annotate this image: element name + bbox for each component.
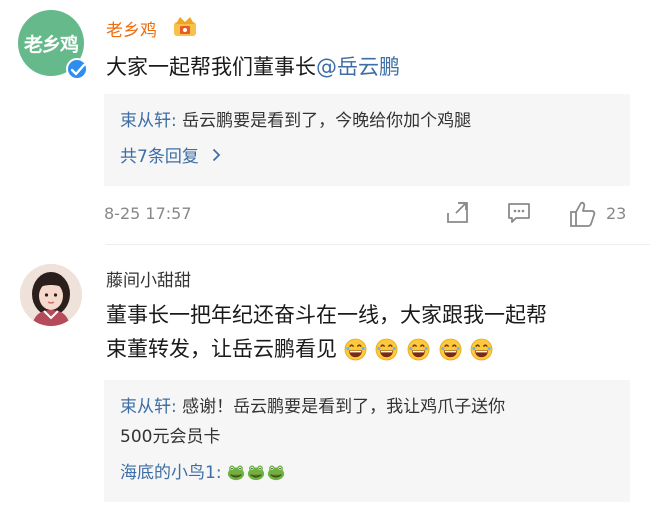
comment-text-line-2: 束董转发，让岳云鹏看见 [106, 337, 337, 361]
verified-icon [66, 58, 88, 80]
frog-emoji-icon [227, 465, 245, 481]
reply-author-link[interactable]: 海底的小鸟1: [120, 463, 222, 483]
laugh-emoji-icon [375, 338, 398, 361]
crown-badge-icon [174, 17, 196, 36]
comment-content: 大家一起帮我们董事长@岳云鹏 [106, 50, 626, 84]
avatar[interactable] [20, 264, 82, 326]
reply-item: 束从轩: 感谢！岳云鹏要是看到了，我让鸡爪子送你 [120, 392, 620, 422]
avatar-photo [20, 264, 82, 326]
reply-box: 束从轩: 感谢！岳云鹏要是看到了，我让鸡爪子送你 500元会员卡 海底的小鸟1: [104, 380, 630, 502]
frog-emoji-icon [267, 465, 285, 481]
reply-text-line-1: 感谢！岳云鹏要是看到了，我让鸡爪子送你 [176, 397, 506, 417]
comment-item-2: 藤间小甜甜 董事长一把年纪还奋斗在一线，大家跟我一起帮 束董转发，让岳云鹏看见 … [0, 252, 650, 515]
comment-item-1: 老乡鸡 老乡鸡 大家一起帮我们董事长@岳云鹏 束从轩: 岳云鹏要是看到了，今晚给… [0, 0, 650, 252]
more-replies-link[interactable]: 共7条回复 [120, 142, 620, 172]
share-icon[interactable] [444, 200, 470, 226]
mention-link[interactable]: @岳云鹏 [316, 55, 400, 79]
reply-text-line-2: 500元会员卡 [120, 427, 221, 447]
more-replies-label: 共7条回复 [120, 147, 199, 167]
avatar[interactable]: 老乡鸡 [18, 10, 88, 80]
comment-text-line-2-row: 束董转发，让岳云鹏看见 [106, 332, 626, 367]
username[interactable]: 老乡鸡 [106, 16, 157, 41]
timestamp: 8-25 17:57 [104, 204, 192, 223]
reply-item: 束从轩: 岳云鹏要是看到了，今晚给你加个鸡腿 [120, 106, 620, 136]
like-count: 23 [606, 204, 627, 223]
like-icon[interactable] [568, 200, 598, 228]
comment-icon[interactable] [506, 200, 532, 226]
username[interactable]: 藤间小甜甜 [106, 266, 191, 291]
reply-item: 海底的小鸟1: [120, 458, 620, 488]
laugh-emoji-icon [407, 338, 430, 361]
laugh-emoji-icon [439, 338, 462, 361]
divider [106, 244, 650, 245]
emoji-row [344, 333, 496, 367]
reply-text: 岳云鹏要是看到了，今晚给你加个鸡腿 [176, 111, 472, 131]
frog-emoji-icon [247, 465, 265, 481]
comment-text-line-1: 董事长一把年纪还奋斗在一线，大家跟我一起帮 [106, 303, 547, 327]
comment-text: 大家一起帮我们董事长 [106, 55, 316, 79]
laugh-emoji-icon [344, 338, 367, 361]
avatar-logo-text: 老乡鸡 [23, 34, 79, 56]
chevron-right-icon [213, 148, 221, 162]
comment-content: 董事长一把年纪还奋斗在一线，大家跟我一起帮 束董转发，让岳云鹏看见 [106, 298, 626, 367]
reply-author-link[interactable]: 束从轩: [120, 111, 177, 131]
reply-box: 束从轩: 岳云鹏要是看到了，今晚给你加个鸡腿 共7条回复 [104, 94, 630, 186]
reply-author-link[interactable]: 束从轩: [120, 397, 177, 417]
laugh-emoji-icon [471, 338, 493, 361]
